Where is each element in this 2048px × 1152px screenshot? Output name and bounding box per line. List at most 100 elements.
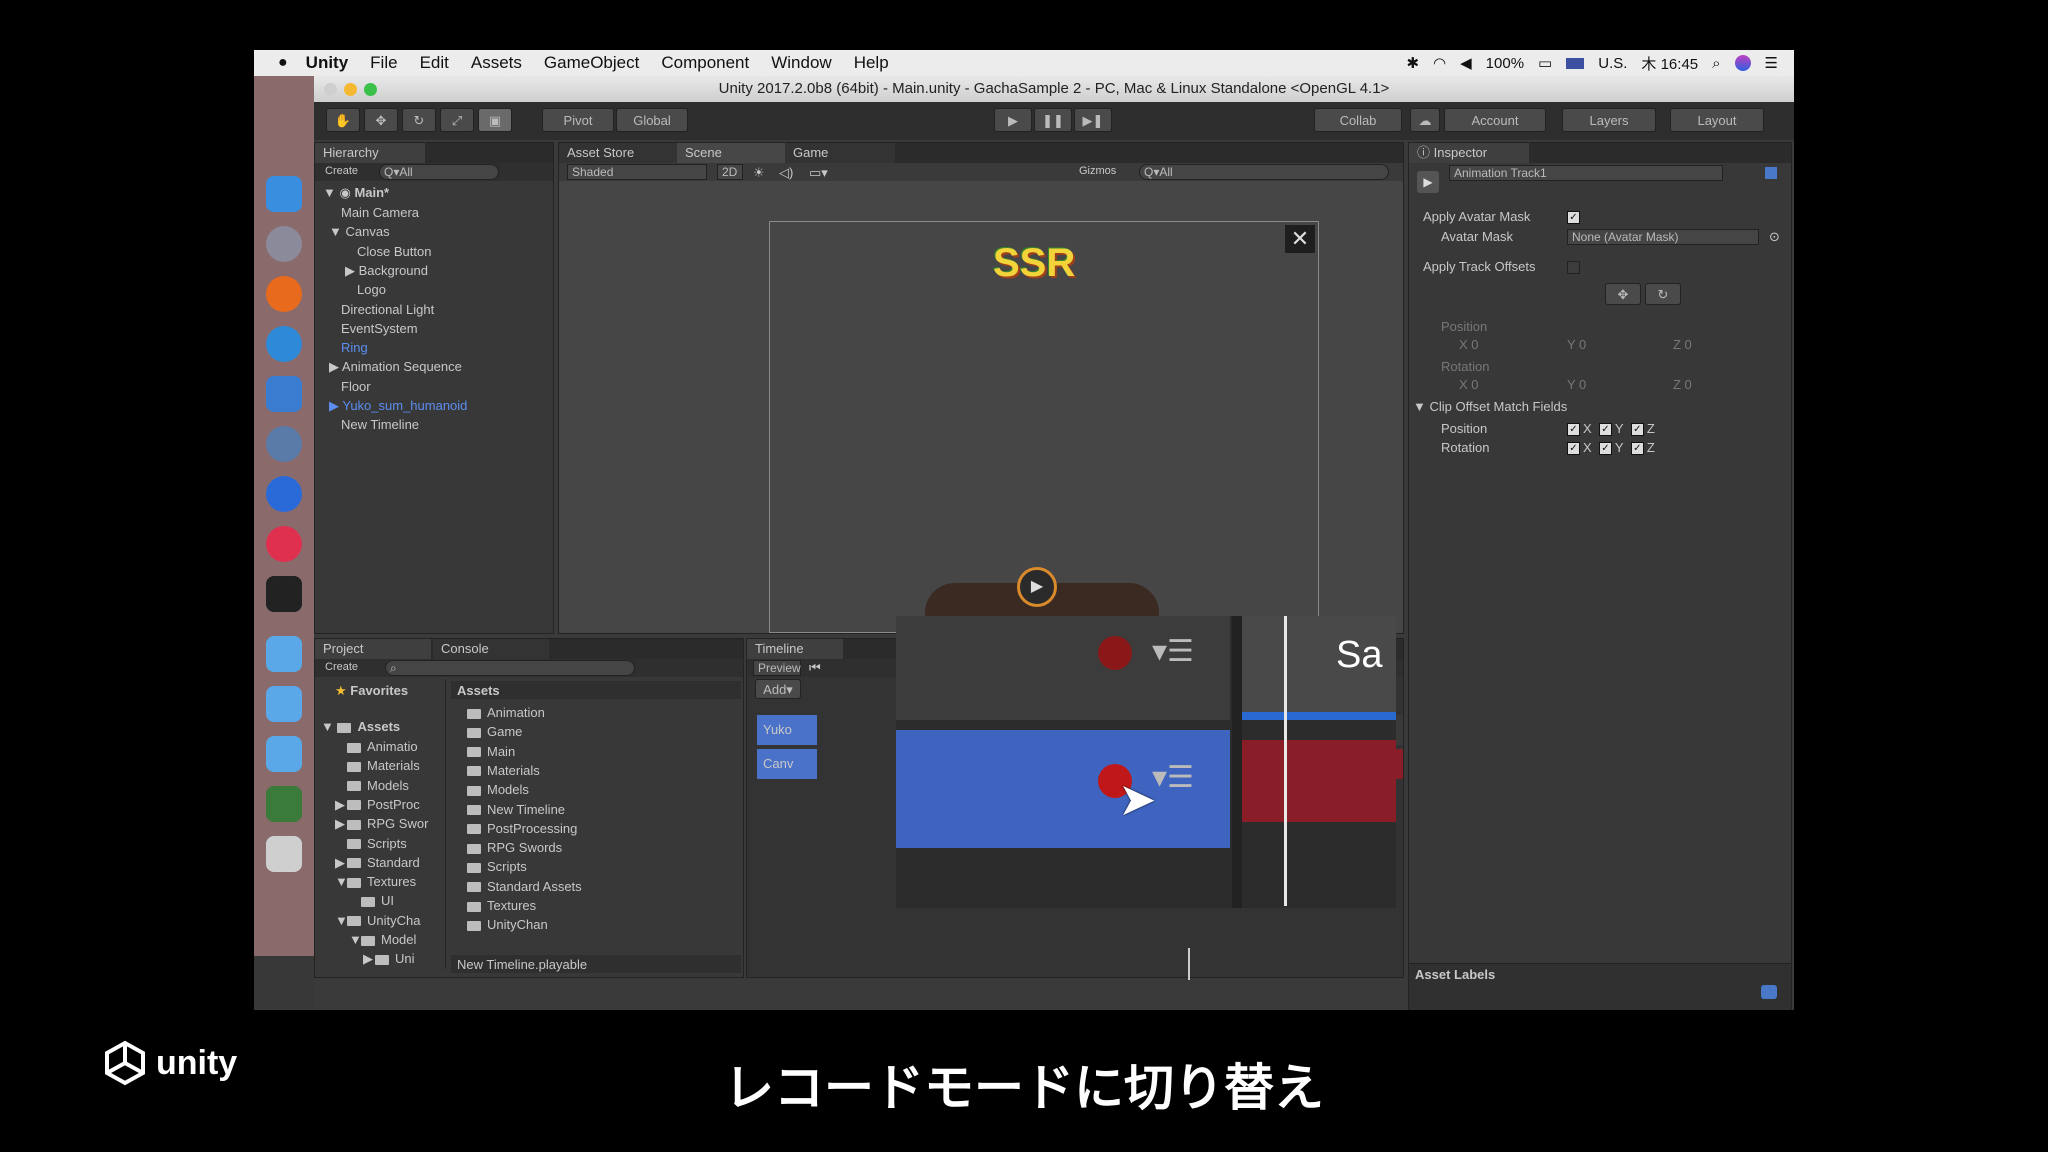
project-file-item[interactable]: New Timeline	[467, 802, 565, 817]
keynote-icon[interactable]	[266, 376, 302, 412]
move-tool-button[interactable]: ✥	[364, 108, 398, 132]
project-file-item[interactable]: Main	[467, 744, 515, 759]
assets-breadcrumb[interactable]: Assets	[457, 683, 500, 698]
unity-dock-icon[interactable]	[266, 576, 302, 612]
hierarchy-scene-root[interactable]: ▼ ◉ Main*	[323, 185, 389, 201]
object-picker-icon[interactable]: ⊙	[1769, 229, 1780, 245]
rotation-y[interactable]: Y 0	[1567, 377, 1586, 392]
finder-icon[interactable]	[266, 176, 302, 212]
project-tree-item[interactable]: Animatio	[335, 739, 418, 754]
launchpad-icon[interactable]	[266, 226, 302, 262]
project-file-item[interactable]: Models	[467, 782, 529, 797]
lighting-toggle-icon[interactable]: ☀	[753, 165, 765, 181]
track-menu-icon-2[interactable]: ▾☰	[1152, 763, 1194, 793]
close-button-sprite[interactable]: ✕	[1285, 225, 1315, 253]
menu-assets[interactable]: Assets	[471, 53, 522, 73]
hierarchy-search-input[interactable]: Q▾All	[379, 164, 499, 180]
tab-console[interactable]: Console	[433, 639, 549, 659]
pause-button[interactable]: ❚❚	[1034, 108, 1072, 132]
input-locale[interactable]: U.S.	[1598, 55, 1627, 72]
hierarchy-item[interactable]: Directional Light	[341, 302, 434, 317]
project-file-item[interactable]: Game	[467, 724, 522, 739]
goto-start-button[interactable]: ⏮	[809, 660, 821, 676]
preview-toggle[interactable]: Preview	[753, 660, 801, 676]
project-tree-item[interactable]: Materials	[335, 758, 420, 773]
zoom-window-button[interactable]	[364, 83, 377, 96]
gizmos-dropdown[interactable]: Gizmos	[1079, 165, 1116, 177]
effects-toggle-icon[interactable]: ▭▾	[809, 165, 828, 181]
menu-help[interactable]: Help	[854, 53, 889, 73]
hierarchy-item[interactable]: EventSystem	[341, 321, 418, 336]
hierarchy-item[interactable]: ▶ Yuko_sum_humanoid	[329, 398, 467, 414]
foldout-open-icon[interactable]: ▼	[329, 224, 345, 239]
position-z[interactable]: Z 0	[1673, 337, 1692, 352]
global-toggle[interactable]: Global	[616, 108, 688, 132]
tab-inspector[interactable]: ⓘ Inspector	[1409, 143, 1529, 163]
pivot-toggle[interactable]: Pivot	[542, 108, 614, 132]
hierarchy-item[interactable]: Floor	[341, 379, 371, 394]
tab-project[interactable]: Project	[315, 639, 431, 659]
play-button[interactable]: ▶	[994, 108, 1032, 132]
track-offset-move-button[interactable]: ✥	[1605, 283, 1641, 305]
track-menu-icon-1[interactable]: ▾☰	[1152, 637, 1194, 667]
foldout-closed-icon[interactable]: ▶	[329, 398, 342, 413]
markdown-app-icon[interactable]	[266, 326, 302, 362]
project-tree-item[interactable]: ▼ Textures	[335, 874, 416, 889]
close-window-button[interactable]	[324, 83, 337, 96]
account-dropdown[interactable]: Account	[1444, 108, 1546, 132]
notification-center-icon[interactable]: ☰	[1765, 54, 1778, 72]
tab-asset-store[interactable]: Asset Store	[559, 143, 677, 163]
menu-edit[interactable]: Edit	[420, 53, 449, 73]
foldout-open-icon[interactable]: ▼	[335, 913, 348, 928]
rotation-x[interactable]: X 0	[1459, 377, 1479, 392]
project-tree-item[interactable]: ▶ RPG Swor	[335, 816, 428, 832]
foldout-open-icon[interactable]: ▼	[349, 932, 362, 947]
foldout-closed-icon[interactable]: ▶	[363, 951, 375, 967]
apply-avatar-mask-checkbox[interactable]: ✓	[1567, 209, 1583, 225]
clip-position-xyz-checkboxes[interactable]: ✓ X ✓ Y ✓ Z	[1567, 421, 1655, 437]
layout-dropdown[interactable]: Layout	[1670, 108, 1764, 132]
menu-gameobject[interactable]: GameObject	[544, 53, 639, 73]
track-row-yuko[interactable]: Yuko	[757, 715, 817, 745]
shading-mode-dropdown[interactable]: Shaded	[567, 164, 707, 180]
tag-icon[interactable]	[1761, 985, 1777, 999]
foldout-closed-icon[interactable]: ▶	[335, 816, 347, 832]
trash-icon[interactable]	[266, 836, 302, 872]
menu-file[interactable]: File	[370, 53, 397, 73]
play-sprite-button[interactable]: ▶	[1017, 567, 1057, 607]
folder-icon-2[interactable]	[266, 686, 302, 722]
clip-rotation-xyz-checkboxes[interactable]: ✓ X ✓ Y ✓ Z	[1567, 440, 1655, 456]
menu-app[interactable]: Unity	[306, 53, 349, 73]
firefox-icon[interactable]	[266, 276, 302, 312]
folder-icon-3[interactable]	[266, 736, 302, 772]
app-icon-6[interactable]	[266, 426, 302, 462]
siri-icon[interactable]	[1734, 55, 1751, 71]
volume-icon[interactable]: ◀	[1460, 54, 1472, 72]
avatar-mask-field[interactable]: None (Avatar Mask)	[1567, 229, 1759, 245]
tab-timeline[interactable]: Timeline	[747, 639, 843, 659]
favorites-folder[interactable]: ★ Favorites	[335, 683, 408, 699]
settings-icon[interactable]	[1765, 167, 1777, 179]
hierarchy-item[interactable]: Close Button	[357, 244, 431, 259]
wifi-icon[interactable]: ◠	[1433, 54, 1446, 72]
project-search-input[interactable]: ⌕	[385, 660, 635, 676]
hierarchy-item[interactable]: ▶ Animation Sequence	[329, 359, 462, 375]
layers-dropdown[interactable]: Layers	[1562, 108, 1656, 132]
project-tree-item[interactable]: ▼ Model	[349, 932, 416, 947]
record-button-1[interactable]	[1098, 636, 1132, 670]
tab-game[interactable]: Game	[785, 143, 895, 163]
app-icon-12[interactable]	[266, 786, 302, 822]
project-file-item[interactable]: Scripts	[467, 859, 527, 874]
menu-component[interactable]: Component	[661, 53, 749, 73]
folder-icon-1[interactable]	[266, 636, 302, 672]
position-y[interactable]: Y 0	[1567, 337, 1586, 352]
project-tree-item[interactable]: Scripts	[335, 836, 407, 851]
project-file-item[interactable]: Textures	[467, 898, 536, 913]
audio-toggle-icon[interactable]: ◁)	[779, 165, 793, 181]
foldout-closed-icon[interactable]: ▶	[335, 797, 347, 813]
hierarchy-item[interactable]: Logo	[357, 282, 386, 297]
hierarchy-item[interactable]: New Timeline	[341, 417, 419, 432]
project-file-item[interactable]: UnityChan	[467, 917, 548, 932]
project-tree-item[interactable]: ▼ UnityCha	[335, 913, 420, 928]
project-file-item[interactable]: Standard Assets	[467, 879, 582, 894]
